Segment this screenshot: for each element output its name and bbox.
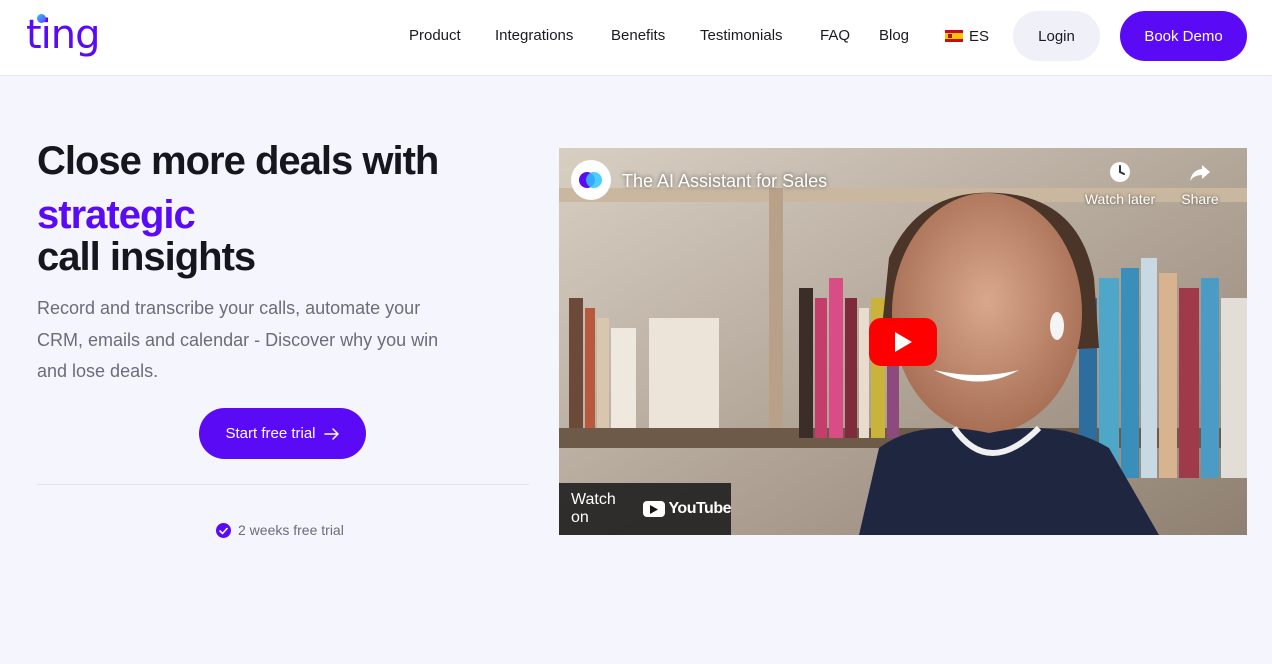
share-label: Share xyxy=(1181,191,1219,207)
headline-accent: strategic xyxy=(37,193,196,237)
headline-line-1: Close more deals with xyxy=(37,139,439,183)
nav-blog[interactable]: Blog xyxy=(879,25,909,47)
arrow-right-icon xyxy=(323,427,339,440)
youtube-label: YouTube xyxy=(668,500,731,517)
watch-on-label: Watch on xyxy=(571,491,616,526)
nav-product[interactable]: Product xyxy=(409,25,461,47)
start-free-trial-label: Start free trial xyxy=(225,425,316,442)
headline-line-2: call insights xyxy=(37,235,256,279)
site-header: ting Product Integrations Benefits Testi… xyxy=(0,0,1272,76)
watch-later-button[interactable]: Watch later xyxy=(1080,160,1160,207)
channel-logo-icon xyxy=(579,172,602,188)
channel-avatar[interactable] xyxy=(571,160,611,200)
nav-testimonials[interactable]: Testimonials xyxy=(700,25,783,47)
logo-dot-icon xyxy=(37,14,46,23)
play-icon xyxy=(895,332,912,352)
nav-benefits[interactable]: Benefits xyxy=(611,25,665,47)
watch-later-label: Watch later xyxy=(1084,191,1156,207)
trial-note: 2 weeks free trial xyxy=(238,522,344,538)
hero-divider xyxy=(37,484,529,485)
language-label: ES xyxy=(969,27,990,45)
login-button[interactable]: Login xyxy=(1013,11,1100,61)
youtube-embed[interactable]: The AI Assistant for Sales Watch later S… xyxy=(559,148,1247,535)
watch-on-youtube-button[interactable]: Watch on YouTube xyxy=(559,483,731,535)
check-circle-icon xyxy=(216,523,231,538)
youtube-logo-icon: YouTube xyxy=(643,500,731,518)
play-button[interactable] xyxy=(869,318,937,366)
nav-integrations[interactable]: Integrations xyxy=(495,25,573,47)
book-demo-button[interactable]: Book Demo xyxy=(1120,11,1247,61)
nav-faq[interactable]: FAQ xyxy=(820,25,850,47)
video-title[interactable]: The AI Assistant for Sales xyxy=(622,170,827,192)
share-icon xyxy=(1190,165,1210,181)
language-selector[interactable]: ES xyxy=(945,25,989,47)
share-button[interactable]: Share xyxy=(1160,160,1240,207)
start-free-trial-button[interactable]: Start free trial xyxy=(199,408,366,459)
clock-icon xyxy=(1110,162,1130,182)
hero-subtitle: Record and transcribe your calls, automa… xyxy=(37,298,439,381)
flag-es-icon xyxy=(945,30,963,42)
